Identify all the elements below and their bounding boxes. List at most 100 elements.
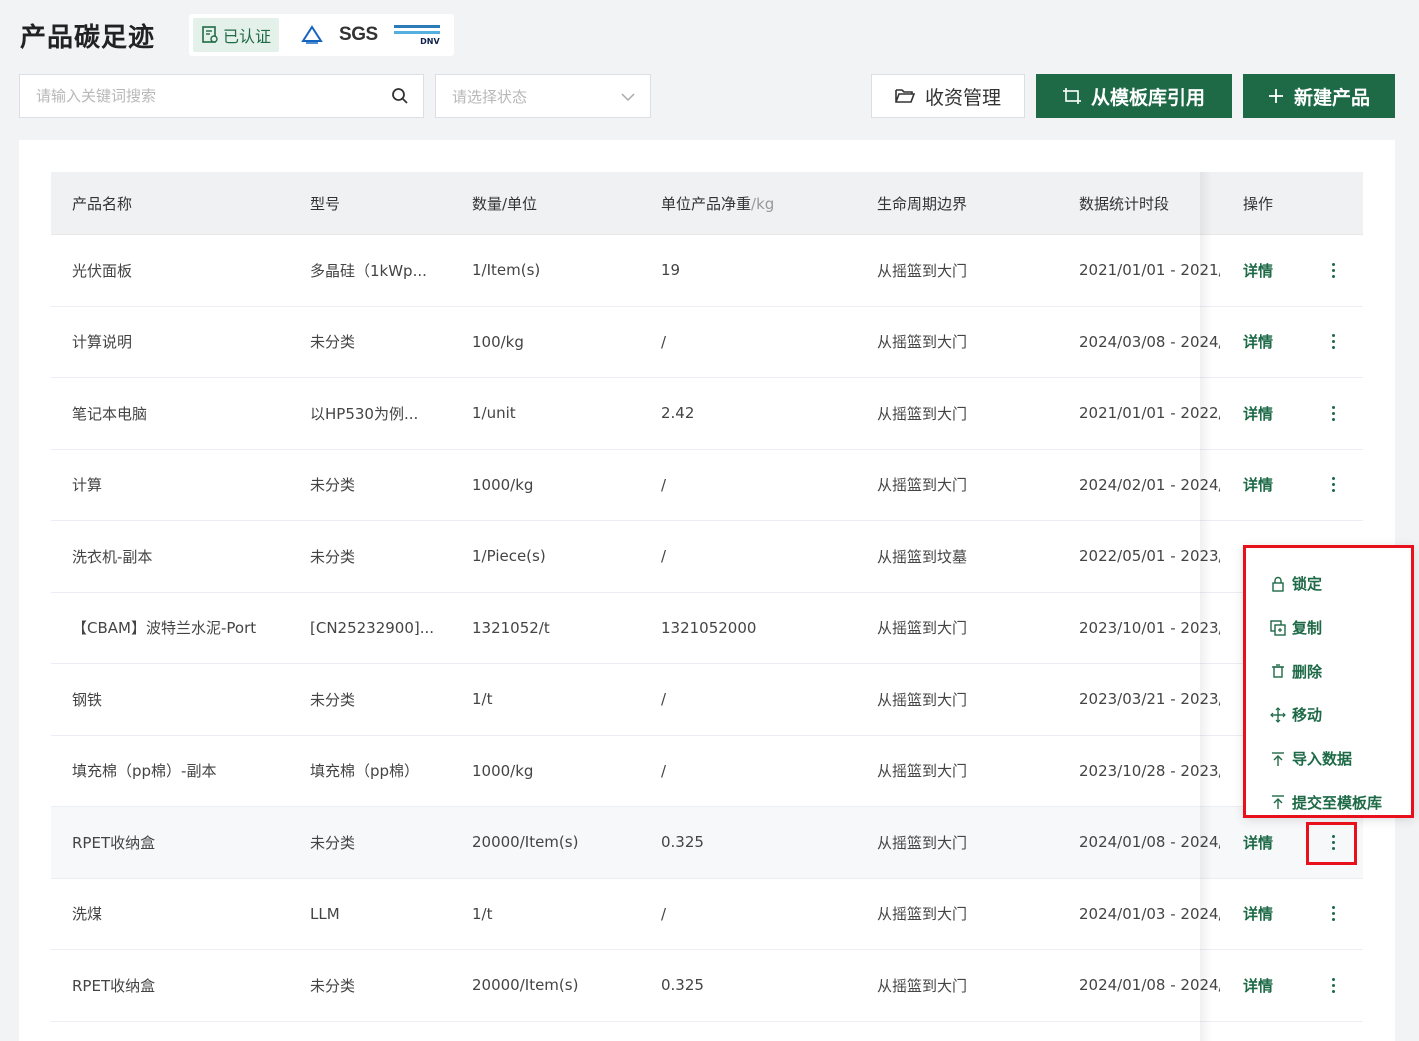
cell-period: 2024/02/01 - 2024/02/	[1079, 475, 1220, 494]
cell-actions: 详情	[1220, 331, 1363, 352]
table-row[interactable]: RPET收纳盒 未分类 20000/Item(s) 0.325 从摇篮到大门 2024/0…	[51, 950, 1363, 1022]
status-select[interactable]: 请选择状态	[435, 74, 651, 118]
cell-period: 2024/01/03 - 2024/01/	[1079, 904, 1220, 923]
page-title: 产品碳足迹	[20, 22, 156, 53]
cell-name: 计算	[72, 476, 103, 495]
cell-name: 洗衣机-副本	[72, 547, 153, 566]
detail-link[interactable]: 详情	[1243, 474, 1273, 495]
menu-item-copy[interactable]: 复制	[1246, 606, 1411, 650]
search-icon[interactable]	[391, 87, 409, 105]
cell-model: 未分类	[310, 976, 356, 995]
cell-model: 未分类	[310, 547, 356, 566]
cell-boundary: 从摇篮到大门	[877, 476, 968, 495]
table-row[interactable]: 计算说明 未分类 100/kg / 从摇篮到大门 2024/03/08 - 2024/03…	[51, 307, 1363, 378]
more-actions-icon[interactable]	[1323, 477, 1343, 493]
table-row[interactable]: 【CBAM】波特兰水泥-Port [CN25232900]... 1321052/t…	[51, 593, 1363, 664]
cell-qty: 1000/kg	[472, 475, 534, 494]
certification-bar: 已认证 SGS DNV	[189, 14, 454, 56]
menu-item-delete[interactable]: 删除	[1246, 649, 1411, 693]
lock-icon	[1272, 576, 1284, 592]
cell-qty: 20000/Item(s)	[472, 976, 579, 995]
cell-weight: 2.42	[661, 404, 695, 423]
kebab-highlight-box	[1306, 822, 1357, 865]
cell-qty: 100/kg	[472, 332, 524, 351]
table-row[interactable]: 洗煤 LLM 1/t / 从摇篮到大门 2024/01/03 - 2024/01/详情	[51, 879, 1363, 950]
sgs-logo: SGS	[339, 24, 378, 45]
product-table: 产品名称 型号 数量/单位 单位产品净重/kg 生命周期边界 数据统计时段 操作…	[51, 172, 1363, 1022]
detail-link[interactable]: 详情	[1243, 260, 1273, 281]
header-period: 数据统计时段	[1079, 194, 1170, 213]
chevron-down-icon	[621, 93, 635, 102]
certificate-icon	[202, 26, 218, 43]
cell-weight: 0.325	[661, 833, 704, 852]
plus-icon	[1268, 89, 1283, 103]
trash-icon	[1272, 664, 1284, 678]
cell-boundary: 从摇篮到坟墓	[877, 547, 968, 566]
cell-qty: 1/Piece(s)	[472, 547, 546, 566]
header-model: 型号	[310, 194, 341, 213]
detail-link[interactable]: 详情	[1243, 403, 1273, 424]
cell-qty: 1/unit	[472, 404, 516, 423]
cell-boundary: 从摇篮到大门	[877, 762, 968, 781]
certified-label: 已认证	[223, 27, 272, 46]
cell-boundary: 从摇篮到大门	[877, 261, 968, 280]
menu-item-lock[interactable]: 锁定	[1246, 562, 1411, 606]
detail-link[interactable]: 详情	[1243, 331, 1273, 352]
upload-icon	[1272, 795, 1284, 810]
header-name: 产品名称	[72, 194, 133, 213]
cell-qty: 1000/kg	[472, 761, 534, 780]
menu-item-move[interactable]: 移动	[1246, 693, 1411, 737]
cell-qty: 1/Item(s)	[472, 261, 541, 280]
detail-link[interactable]: 详情	[1243, 975, 1273, 996]
new-product-button[interactable]: 新建产品	[1243, 74, 1395, 118]
cell-qty: 20000/Item(s)	[472, 833, 579, 852]
cell-period: 2021/01/01 - 2022/01/	[1079, 404, 1220, 423]
detail-link[interactable]: 详情	[1243, 903, 1273, 924]
more-actions-icon[interactable]	[1323, 262, 1343, 278]
cell-period: 2023/03/21 - 2023/03/	[1079, 690, 1220, 709]
more-actions-icon[interactable]	[1323, 977, 1343, 993]
asset-management-button[interactable]: 收资管理	[871, 74, 1025, 118]
template-import-button[interactable]: 从模板库引用	[1036, 74, 1232, 118]
cell-weight: /	[661, 547, 667, 566]
table-row[interactable]: 计算 未分类 1000/kg / 从摇篮到大门 2024/02/01 - 2024/02/…	[51, 450, 1363, 521]
cell-name: RPET收纳盒	[72, 833, 156, 852]
cell-boundary: 从摇篮到大门	[877, 905, 968, 924]
search-box	[19, 74, 424, 118]
cell-period: 2021/01/01 - 2021/12/	[1079, 261, 1220, 280]
menu-item-import-data[interactable]: 导入数据	[1246, 737, 1411, 781]
table-row[interactable]: 填充棉（pp棉）-副本 填充棉（pp棉） 1000/kg / 从摇篮到大门 2023/10…	[51, 736, 1363, 807]
menu-item-submit-template[interactable]: 提交至模板库	[1246, 780, 1411, 824]
cell-qty: 1/t	[472, 690, 493, 709]
page-header: 产品碳足迹 已认证 SGS DNV	[20, 14, 454, 56]
table-row[interactable]: RPET收纳盒 未分类 20000/Item(s) 0.325 从摇篮到大门 2024/0…	[51, 807, 1363, 879]
cell-actions: 详情	[1220, 403, 1363, 424]
more-actions-icon[interactable]	[1323, 906, 1343, 922]
cell-name: 光伏面板	[72, 261, 133, 280]
row-action-menu: 锁定 复制 删除 移动 导入数据 提交至模板库	[1243, 545, 1414, 818]
table-row[interactable]: 光伏面板 多晶硅（1kWp... 1/Item(s) 19 从摇篮到大门 2021/01/…	[51, 235, 1363, 307]
search-input[interactable]	[20, 75, 370, 117]
header-actions: 操作	[1243, 194, 1274, 213]
cell-actions: 详情	[1220, 975, 1363, 996]
table-row[interactable]: 钢铁 未分类 1/t / 从摇篮到大门 2023/03/21 - 2023/03/	[51, 664, 1363, 736]
cell-period: 2024/01/08 - 2024/01/	[1079, 833, 1220, 852]
table-row[interactable]: 笔记本电脑 以HP530为例... 1/unit 2.42 从摇篮到大门 2021/01/…	[51, 378, 1363, 450]
status-placeholder: 请选择状态	[452, 87, 528, 106]
move-icon	[1270, 707, 1286, 723]
table-card: 产品名称 型号 数量/单位 单位产品净重/kg 生命周期边界 数据统计时段 操作…	[19, 140, 1395, 1041]
cell-weight: /	[661, 332, 667, 351]
cell-weight: /	[661, 475, 667, 494]
detail-link[interactable]: 详情	[1243, 832, 1273, 853]
more-actions-icon[interactable]	[1323, 405, 1343, 421]
cell-model: 未分类	[310, 333, 356, 352]
cell-weight: 0.325	[661, 976, 704, 995]
template-icon	[1062, 88, 1081, 104]
more-actions-icon[interactable]	[1323, 334, 1343, 350]
cell-model: [CN25232900]...	[310, 618, 435, 637]
cell-boundary: 从摇篮到大门	[877, 833, 968, 852]
folder-open-icon	[895, 89, 915, 103]
table-row[interactable]: 洗衣机-副本 未分类 1/Piece(s) / 从摇篮到坟墓 2022/05/01 - 2…	[51, 521, 1363, 593]
cell-actions: 详情	[1220, 260, 1363, 281]
cell-weight: 1321052000	[661, 618, 757, 637]
